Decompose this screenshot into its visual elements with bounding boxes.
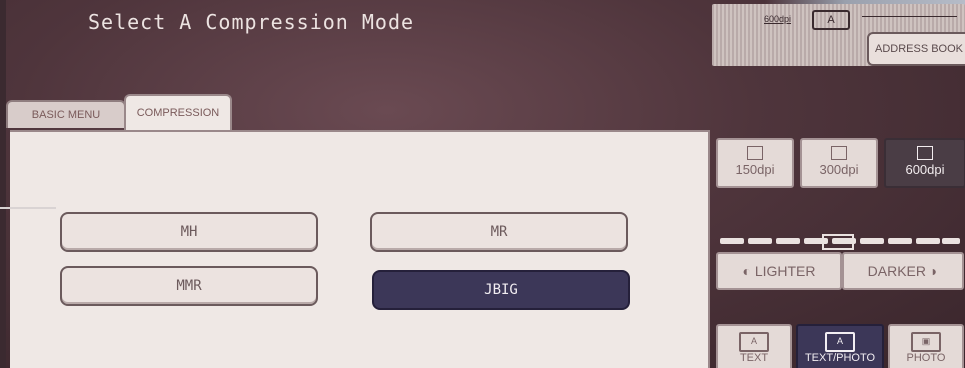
resolution-icon <box>831 146 847 160</box>
density-indicator-icon <box>862 16 957 21</box>
mr-button[interactable]: MR <box>370 212 628 252</box>
resolution-150-label: 150dpi <box>735 162 775 177</box>
resolution-icon <box>917 146 933 160</box>
text-photo-mode-button[interactable]: A TEXT/PHOTO <box>796 324 884 368</box>
darker-button[interactable]: DARKER ◗ <box>842 252 964 290</box>
resolution-150-button[interactable]: 150dpi <box>716 138 794 188</box>
text-icon: A <box>739 332 769 352</box>
mmr-button[interactable]: MMR <box>60 266 318 306</box>
screen-bezel <box>0 0 6 368</box>
density-scale <box>720 234 960 250</box>
photo-icon: ▣ <box>911 332 941 352</box>
density-step <box>888 238 912 244</box>
mh-button[interactable]: MH <box>60 212 318 252</box>
density-step <box>860 238 884 244</box>
density-step <box>916 238 940 244</box>
divider <box>0 207 56 209</box>
status-bar: 600dpi A ADDRESS BOOK <box>712 4 965 66</box>
darker-icon: ◗ <box>926 263 939 279</box>
text-mode-label: TEXT <box>739 352 769 364</box>
lighter-icon: ◐ <box>742 263 755 279</box>
text-photo-icon: A <box>825 332 855 352</box>
photo-mode-button[interactable]: ▣ PHOTO <box>888 324 964 368</box>
density-step <box>748 238 772 244</box>
status-dpi: 600dpi <box>764 14 792 24</box>
jbig-button[interactable]: JBIG <box>372 270 630 310</box>
text-mode-icon: A <box>812 10 850 30</box>
density-step <box>776 238 800 244</box>
page-title: Select A Compression Mode <box>88 10 415 34</box>
tab-basic-menu[interactable]: BASIC MENU <box>6 100 126 128</box>
photo-mode-label: PHOTO <box>906 352 946 364</box>
darker-label: DARKER <box>867 263 926 279</box>
resolution-icon <box>747 146 763 160</box>
resolution-300-button[interactable]: 300dpi <box>800 138 878 188</box>
density-step <box>720 238 744 244</box>
lighter-button[interactable]: ◐ LIGHTER <box>716 252 842 290</box>
address-book-button[interactable]: ADDRESS BOOK <box>867 32 965 66</box>
resolution-300-label: 300dpi <box>819 162 859 177</box>
resolution-600-label: 600dpi <box>905 162 945 177</box>
touch-screen: Select A Compression Mode 600dpi A ADDRE… <box>0 0 965 368</box>
resolution-600-button[interactable]: 600dpi <box>884 138 965 188</box>
density-marker <box>822 234 854 250</box>
text-mode-button[interactable]: A TEXT <box>716 324 792 368</box>
lighter-label: LIGHTER <box>754 263 816 279</box>
text-photo-mode-label: TEXT/PHOTO <box>804 352 876 364</box>
density-step <box>942 238 960 244</box>
